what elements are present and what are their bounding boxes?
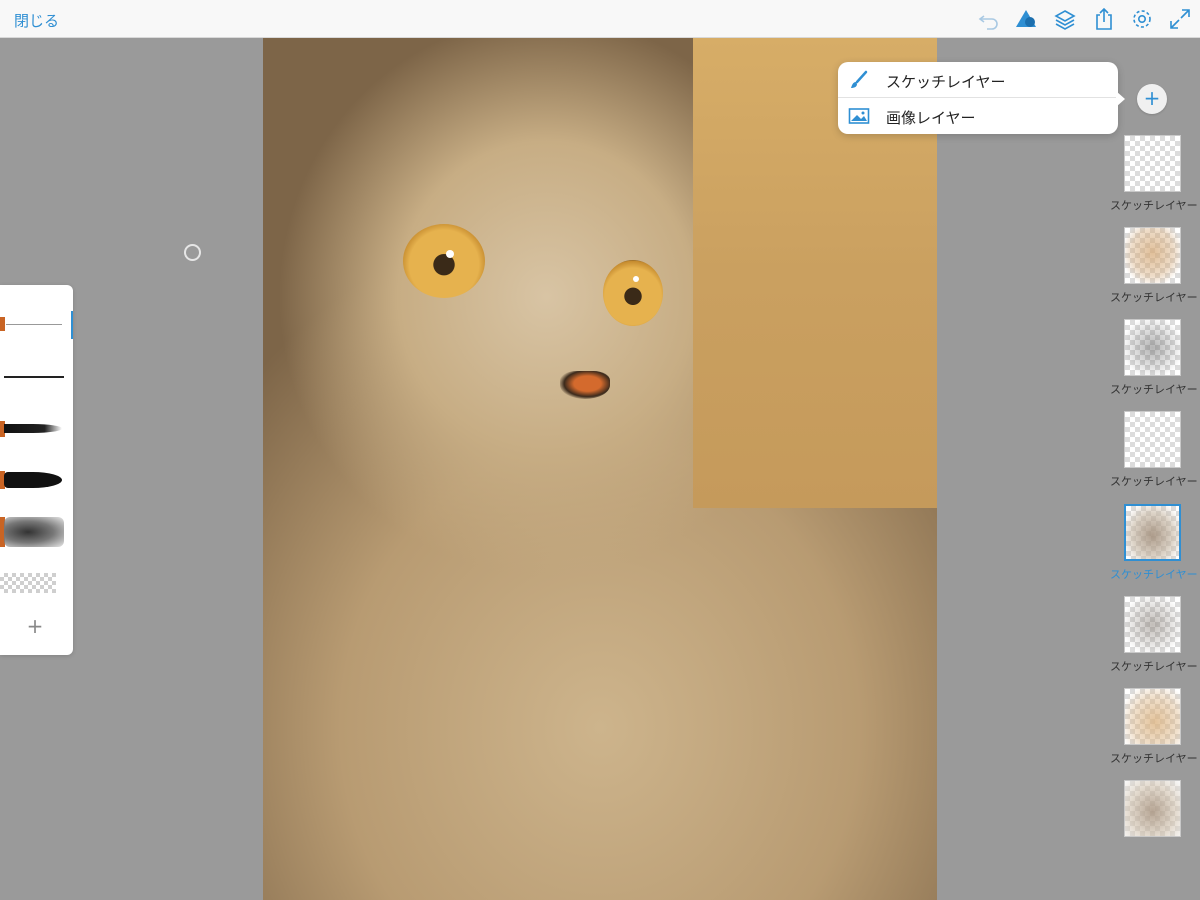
- brush-eraser[interactable]: [0, 563, 73, 607]
- brush-pen[interactable]: [0, 355, 73, 399]
- drawing-canvas[interactable]: [263, 38, 937, 900]
- layer-name: スケッチレイヤー: [1110, 199, 1198, 212]
- layer-name: スケッチレイヤー: [1110, 475, 1198, 488]
- image-icon: [848, 106, 870, 126]
- share-icon[interactable]: [1092, 7, 1116, 31]
- fullscreen-icon[interactable]: [1168, 7, 1192, 31]
- menu-item-sketch-layer[interactable]: スケッチレイヤー: [838, 62, 1118, 98]
- layer-thumbnail: [1124, 135, 1181, 192]
- layer-thumbnail: [1124, 411, 1181, 468]
- layer-item[interactable]: スケッチレイヤー: [1110, 227, 1198, 317]
- shapes-icon[interactable]: [1014, 7, 1038, 31]
- brush-fine-pencil[interactable]: [0, 303, 73, 347]
- layer-item[interactable]: スケッチレイヤー: [1110, 596, 1198, 686]
- layer-name: スケッチレイヤー: [1110, 660, 1198, 673]
- layer-thumbnail: [1124, 780, 1181, 837]
- settings-icon[interactable]: [1130, 7, 1154, 31]
- close-button[interactable]: 閉じる: [14, 10, 59, 31]
- brush-cursor: [184, 244, 201, 261]
- menu-item-image-layer[interactable]: 画像レイヤー: [838, 98, 1118, 134]
- add-layer-button[interactable]: +: [1137, 84, 1167, 114]
- layer-name: スケッチレイヤー: [1110, 291, 1198, 304]
- brush-panel: +: [0, 285, 73, 655]
- brush-ink[interactable]: [0, 407, 73, 451]
- layer-thumbnail: [1124, 596, 1181, 653]
- layer-thumbnail: [1124, 227, 1181, 284]
- layer-name: スケッチレイヤー: [1110, 568, 1198, 581]
- layer-name: スケッチレイヤー: [1110, 383, 1198, 396]
- add-brush-button[interactable]: +: [25, 615, 45, 637]
- brush-marker[interactable]: [0, 459, 73, 503]
- layer-thumbnail: [1124, 319, 1181, 376]
- brush-airbrush[interactable]: [0, 511, 73, 555]
- layer-thumbnail: [1124, 504, 1181, 561]
- layer-item[interactable]: スケッチレイヤー: [1110, 319, 1198, 409]
- layer-item-selected[interactable]: スケッチレイヤー: [1110, 504, 1198, 594]
- layer-thumbnail: [1124, 688, 1181, 745]
- layer-item[interactable]: スケッチレイヤー: [1110, 411, 1198, 501]
- layer-item[interactable]: [1110, 780, 1194, 870]
- layer-item[interactable]: スケッチレイヤー: [1110, 688, 1198, 778]
- layers-icon[interactable]: [1053, 7, 1077, 31]
- cat-eye-left: [403, 224, 485, 298]
- layer-item[interactable]: スケッチレイヤー: [1110, 135, 1198, 225]
- brush-icon: [848, 70, 870, 90]
- undo-icon[interactable]: [977, 7, 1001, 31]
- top-toolbar: 閉じる: [0, 0, 1200, 38]
- layer-name: スケッチレイヤー: [1110, 752, 1198, 765]
- cat-eye-right: [603, 260, 663, 326]
- cat-nose: [560, 371, 610, 399]
- add-layer-menu: スケッチレイヤー 画像レイヤー: [838, 62, 1118, 134]
